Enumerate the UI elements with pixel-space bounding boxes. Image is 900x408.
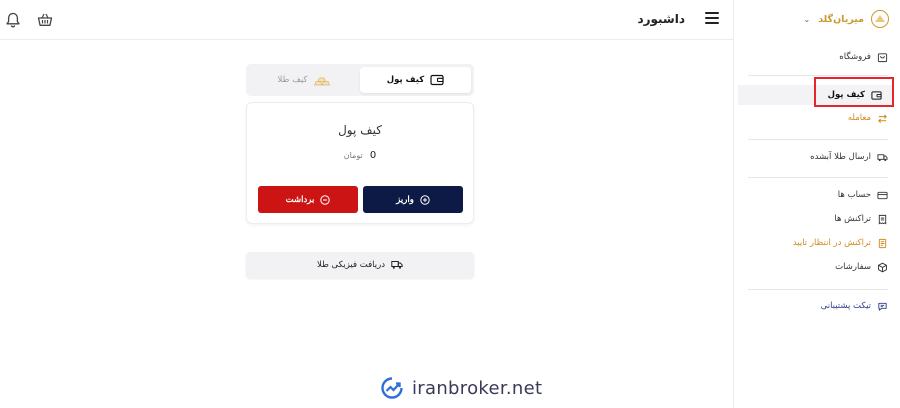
document-icon <box>878 238 887 248</box>
brand-logo-icon <box>871 10 889 28</box>
watermark-logo-icon <box>381 377 403 399</box>
balance: 0 تومان <box>247 150 473 161</box>
sidebar-item-send-gold[interactable]: ارسال طلا آبشده <box>740 147 900 167</box>
truck-icon <box>877 153 888 161</box>
basket-icon[interactable] <box>36 11 54 29</box>
divider <box>748 75 888 76</box>
watermark-text: iranbroker.net <box>412 377 543 399</box>
wallet-tabs: کیف پول کیف طلا <box>246 64 474 96</box>
truck-icon <box>391 261 403 269</box>
card-title: کیف پول <box>338 123 382 137</box>
brand-name: میریان‌گلد <box>818 13 864 25</box>
tab-label: کیف پول <box>386 75 425 85</box>
sidebar-item-pending-transactions[interactable]: تراکنش در انتظار تایید <box>740 233 900 253</box>
watermark: iranbroker.net <box>380 376 542 400</box>
tab-wallet[interactable]: کیف پول <box>360 67 471 93</box>
divider <box>748 139 888 140</box>
divider <box>748 177 888 178</box>
sidebar-item-accounts[interactable]: حساب ها <box>740 185 900 205</box>
chevron-down-icon[interactable]: ⌄ <box>803 15 810 24</box>
sidebar-item-label: تراکنش ها <box>834 214 871 224</box>
withdraw-button[interactable]: برداشت <box>258 186 358 213</box>
store-icon <box>877 52 888 62</box>
top-bar: داشبورد <box>0 0 733 40</box>
brand[interactable]: میریان‌گلد ⌄ <box>803 8 890 30</box>
sidebar-item-label: حساب ها <box>837 190 871 200</box>
sidebar-item-label: تیکت پشتیبانی <box>820 301 871 311</box>
sidebar-item-transactions[interactable]: تراکنش ها <box>740 209 900 229</box>
sidebar: میریان‌گلد ⌄ فروشگاه کیف پول معامله ارسا… <box>733 0 900 408</box>
wallet-card: کیف پول 0 تومان برداشت واریز <box>246 102 474 224</box>
sidebar-item-label: ارسال طلا آبشده <box>810 152 871 162</box>
chat-icon <box>878 302 887 311</box>
physical-label: دریافت فیزیکی طلا <box>317 260 385 270</box>
sidebar-item-support-ticket[interactable]: تیکت پشتیبانی <box>740 296 900 316</box>
physical-gold-button[interactable]: دریافت فیزیکی طلا <box>246 252 474 278</box>
sidebar-item-label: معامله <box>847 113 871 123</box>
divider <box>748 289 888 290</box>
sidebar-item-orders[interactable]: سفارشات <box>740 257 900 277</box>
gold-bars-icon <box>314 77 331 86</box>
plus-circle-icon <box>420 194 430 205</box>
balance-value: 0 <box>369 150 377 161</box>
withdraw-label: برداشت <box>285 194 315 204</box>
currency-label: تومان <box>343 151 363 160</box>
sidebar-item-label: تراکنش در انتظار تایید <box>792 238 871 248</box>
sidebar-item-trade[interactable]: معامله <box>740 108 900 128</box>
receipt-icon <box>878 214 887 224</box>
menu-icon[interactable] <box>705 12 719 24</box>
swap-icon <box>878 113 887 123</box>
minus-circle-icon <box>320 194 331 205</box>
deposit-label: واریز <box>396 194 414 204</box>
box-icon <box>878 262 887 272</box>
tab-gold-wallet[interactable]: کیف طلا <box>249 67 360 93</box>
bell-icon[interactable] <box>4 11 22 29</box>
sidebar-item-label: سفارشات <box>835 262 871 272</box>
deposit-button[interactable]: واریز <box>363 186 463 213</box>
card-icon <box>877 191 888 199</box>
highlight-box <box>814 77 894 107</box>
sidebar-item-store[interactable]: فروشگاه <box>740 47 900 67</box>
tab-label: کیف طلا <box>277 75 308 85</box>
page-title: داشبورد <box>637 12 685 26</box>
wallet-icon <box>430 74 444 86</box>
sidebar-item-label: فروشگاه <box>839 52 871 62</box>
